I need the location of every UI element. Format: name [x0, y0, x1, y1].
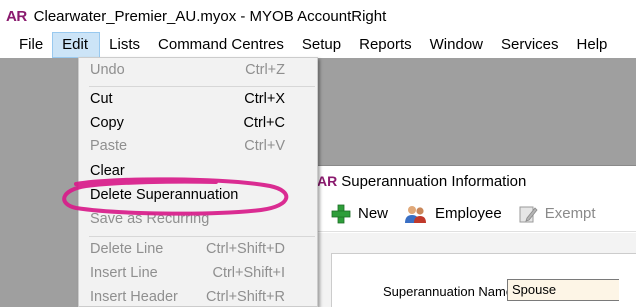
menu-item-paste[interactable]: Paste Ctrl+V [79, 135, 317, 159]
menu-item-shortcut: Ctrl+Z [245, 62, 285, 78]
menu-reports[interactable]: Reports [350, 32, 421, 58]
edit-menu-dropdown: Undo Ctrl+Z Cut Ctrl+X Copy Ctrl+C Paste… [78, 57, 318, 307]
menu-item-shortcut: Ctrl+Shift+D [206, 241, 285, 257]
exempt-button[interactable]: Exempt [518, 204, 596, 224]
menu-item-label: Cut [90, 91, 113, 107]
menu-item-delete-superannuation[interactable]: Delete Superannuation [79, 184, 317, 208]
child-app-logo: AR [317, 173, 338, 189]
menu-separator [89, 236, 315, 237]
app-logo: AR [6, 7, 27, 25]
menu-item-clear[interactable]: Clear [79, 160, 317, 184]
window-title: Clearwater_Premier_AU.myox - MYOB Accoun… [33, 7, 387, 25]
menu-item-save-as-recurring[interactable]: Save as Recurring [79, 208, 317, 232]
menu-item-shortcut: Ctrl+Shift+I [212, 265, 285, 281]
plus-icon [331, 204, 351, 224]
superannuation-window: AR Superannuation Information New Employ… [312, 165, 636, 307]
menu-item-copy[interactable]: Copy Ctrl+C [79, 112, 317, 136]
menu-separator [89, 86, 315, 87]
employee-button[interactable]: Employee [404, 204, 502, 224]
menu-file[interactable]: File [10, 32, 52, 58]
child-title-bar: AR Superannuation Information [313, 166, 636, 196]
employee-icon [404, 204, 428, 224]
menu-help[interactable]: Help [568, 32, 617, 58]
new-button[interactable]: New [331, 204, 388, 224]
superannuation-name-label: Superannuation Name: [383, 284, 517, 299]
menu-item-label: Undo [90, 62, 125, 78]
exempt-button-label: Exempt [544, 205, 596, 222]
menu-item-label: Copy [90, 115, 124, 131]
menu-services[interactable]: Services [492, 32, 568, 58]
menu-lists[interactable]: Lists [100, 32, 149, 58]
menu-item-label: Clear [90, 163, 125, 179]
menu-bar: File Edit Lists Command Centres Setup Re… [0, 32, 636, 58]
menu-item-insert-line[interactable]: Insert Line Ctrl+Shift+I [79, 262, 317, 286]
menu-item-label: Save as Recurring [90, 211, 210, 227]
menu-item-cut[interactable]: Cut Ctrl+X [79, 88, 317, 112]
menu-item-label: Paste [90, 138, 128, 154]
menu-item-shortcut: Ctrl+Shift+R [206, 289, 285, 305]
menu-item-label: Delete Superannuation [90, 187, 239, 203]
menu-item-label: Delete Line [90, 241, 164, 257]
menu-setup[interactable]: Setup [293, 32, 350, 58]
menu-window[interactable]: Window [421, 32, 492, 58]
superannuation-name-input[interactable]: Spouse [507, 279, 619, 301]
menu-item-label: Insert Header [90, 289, 178, 305]
child-window-title: Superannuation Information [341, 172, 527, 190]
menu-edit[interactable]: Edit [52, 32, 101, 58]
child-toolbar: New Employee Exempt [313, 196, 636, 232]
menu-item-undo[interactable]: Undo Ctrl+Z [79, 59, 317, 83]
title-bar: AR Clearwater_Premier_AU.myox - MYOB Acc… [0, 0, 636, 32]
edit-icon [518, 204, 538, 224]
menu-command-centres[interactable]: Command Centres [149, 32, 293, 58]
menu-item-delete-line[interactable]: Delete Line Ctrl+Shift+D [79, 238, 317, 262]
menu-item-label: Insert Line [90, 265, 158, 281]
employee-button-label: Employee [435, 205, 502, 222]
menu-item-shortcut: Ctrl+X [244, 91, 285, 107]
menu-item-shortcut: Ctrl+C [243, 115, 286, 131]
menu-item-insert-header[interactable]: Insert Header Ctrl+Shift+R [79, 286, 317, 307]
menu-item-shortcut: Ctrl+V [244, 138, 285, 154]
new-button-label: New [358, 205, 389, 222]
